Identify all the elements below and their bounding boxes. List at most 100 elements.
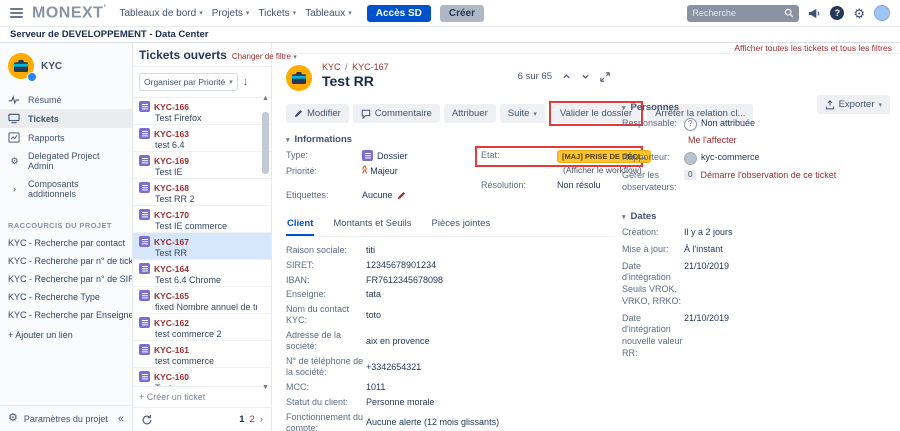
field-row: Nom du contact KYC: toto xyxy=(286,304,614,327)
next-page-icon[interactable]: › xyxy=(260,414,263,425)
modifier-button[interactable]: Modifier xyxy=(286,104,349,123)
sort-by-dropdown[interactable]: Organiser par Priorité ▾ xyxy=(139,73,238,91)
create-ticket-link[interactable]: + Créer un ticket xyxy=(133,386,271,407)
creer-button[interactable]: Créer xyxy=(440,5,484,22)
ticket-list-item[interactable]: KYC-160 Test xyxy=(133,368,271,386)
tab[interactable]: Montants et Seuils xyxy=(332,215,412,236)
assign-to-me-link[interactable]: Me l'affecter xyxy=(688,135,894,145)
date-value: Il y a 2 jours xyxy=(684,227,733,239)
nav-tableaux[interactable]: Tableaux ▾ xyxy=(305,8,352,19)
start-watching-link[interactable]: Démarre l'observation de ce ticket xyxy=(700,170,836,182)
commentaire-button[interactable]: Commentaire xyxy=(353,104,440,123)
search-input[interactable] xyxy=(692,8,780,18)
show-all-tickets-link[interactable]: Afficher toutes les tickets et tous les … xyxy=(734,43,892,53)
page-2[interactable]: 2 xyxy=(250,414,255,425)
ticket-list-item[interactable]: KYC-167 Test RR xyxy=(133,233,271,260)
announcement-icon[interactable] xyxy=(808,7,821,20)
previous-issue-icon[interactable] xyxy=(562,72,571,81)
dates-section-header[interactable]: ▾ Dates xyxy=(622,211,894,222)
type-value: Dossier xyxy=(362,150,408,161)
shortcut-link[interactable]: KYC - Recherche par n° de ticket xyxy=(0,252,132,270)
ticket-list-item[interactable]: KYC-165 fixed Nombre annuel de transa... xyxy=(133,287,271,314)
ticket-summary: Test RR xyxy=(155,248,257,258)
expand-icon[interactable] xyxy=(600,72,610,82)
chevron-down-icon: ▾ xyxy=(348,9,352,17)
shortcut-link[interactable]: KYC - Recherche par contact xyxy=(0,234,132,252)
scrollbar-thumb[interactable] xyxy=(262,112,269,174)
add-link[interactable]: + Ajouter un lien xyxy=(0,324,132,346)
sort-direction-button[interactable]: ↓ xyxy=(243,76,249,88)
sidebar-item-tickets[interactable]: Tickets xyxy=(0,109,132,128)
top-navbar: MONEXT’ Tableaux de bord ▾ Projets ▾ Tic… xyxy=(0,0,900,27)
ticket-summary: Test IE xyxy=(155,167,257,177)
wallet-avatar-icon xyxy=(286,65,312,91)
list-scrollbar[interactable]: ▲ ▼ xyxy=(261,95,270,379)
acces-sd-button[interactable]: Accès SD xyxy=(367,5,431,22)
change-filter-link[interactable]: Changer de filtre ▾ xyxy=(232,52,297,61)
field-label: Nom du contact KYC: xyxy=(286,304,366,327)
refresh-icon[interactable] xyxy=(141,414,153,426)
field-label: MCC: xyxy=(286,382,366,393)
ticket-list-item[interactable]: KYC-166 Test Firefox xyxy=(133,98,271,125)
project-shortcuts: RACCOURCIS DU PROJET KYC - Recherche par… xyxy=(0,217,132,346)
field-row: Raison sociale: titi xyxy=(286,245,614,256)
field-row: Enseigne: tata xyxy=(286,289,614,300)
page-1[interactable]: 1 xyxy=(239,414,244,425)
ticket-list-item[interactable]: KYC-170 Test IE commerce xyxy=(133,206,271,233)
settings-gear-icon[interactable]: ⚙ xyxy=(853,7,865,20)
issue-detail-panel: Afficher toutes les tickets et tous les … xyxy=(272,43,900,431)
suite-button[interactable]: Suite ▾ xyxy=(500,104,545,123)
shortcut-link[interactable]: KYC - Recherche par Enseigne xyxy=(0,306,132,324)
labels-label: Etiquettes: xyxy=(286,190,362,200)
ticket-list-panel: Tickets ouverts Changer de filtre ▾ Orga… xyxy=(133,43,272,431)
collapse-sidebar-icon[interactable]: « xyxy=(118,413,124,425)
dossier-type-icon xyxy=(139,263,150,274)
project-settings-label[interactable]: Paramètres du projet xyxy=(24,414,108,424)
sidebar-item-composants-additionnels[interactable]: › Composants additionnels xyxy=(0,175,132,203)
ticket-list-item[interactable]: KYC-163 test 6.4 xyxy=(133,125,271,152)
ticket-key: KYC-160 xyxy=(154,372,189,382)
shortcut-link[interactable]: KYC - Recherche par n° de SIRET xyxy=(0,270,132,288)
project-settings-gear-icon[interactable]: ⚙ xyxy=(8,413,18,424)
shortcut-link[interactable]: KYC - Recherche Type xyxy=(0,288,132,306)
sidebar-item-rapports[interactable]: Rapports xyxy=(0,128,132,147)
ticket-list-item[interactable]: KYC-162 test commerce 2 xyxy=(133,314,271,341)
breadcrumb-project-link[interactable]: KYC xyxy=(322,62,341,72)
user-avatar[interactable] xyxy=(874,5,890,21)
field-row: IBAN: FR7612345678098 xyxy=(286,275,614,286)
ticket-key: KYC-169 xyxy=(154,156,189,166)
next-issue-icon[interactable] xyxy=(581,72,590,81)
project-header[interactable]: KYC xyxy=(0,43,132,91)
tab[interactable]: Client xyxy=(286,215,314,236)
ticket-list-item[interactable]: KYC-161 test commerce xyxy=(133,341,271,368)
scroll-down-icon[interactable]: ▼ xyxy=(261,384,270,391)
ticket-list-item[interactable]: KYC-169 Test IE xyxy=(133,152,271,179)
breadcrumb-issue-link[interactable]: KYC-167 xyxy=(352,62,389,72)
nav-tickets[interactable]: Tickets ▾ xyxy=(258,8,296,19)
chevron-down-icon: ▾ xyxy=(622,213,626,221)
ticket-list-item[interactable]: KYC-164 Test 6.4 Chrome xyxy=(133,260,271,287)
issue-title: Test RR xyxy=(322,73,389,89)
priority-value: ^^ Majeur xyxy=(362,166,398,176)
sidebar-item-resume[interactable]: Résumé xyxy=(0,91,132,109)
attribuer-button[interactable]: Attribuer xyxy=(444,104,496,123)
nav-projets[interactable]: Projets ▾ xyxy=(212,8,250,19)
exporter-button[interactable]: Exporter ▾ xyxy=(817,95,890,114)
ticket-summary: Test 6.4 Chrome xyxy=(155,275,257,285)
hamburger-menu-icon[interactable] xyxy=(10,8,23,18)
dossier-type-icon xyxy=(139,236,150,247)
nav-tableaux-de-bord[interactable]: Tableaux de bord ▾ xyxy=(119,8,202,19)
date-label: Date d'intégration nouvelle valeur RR: xyxy=(622,313,684,360)
edit-labels-pencil-icon[interactable] xyxy=(397,191,406,200)
tab[interactable]: Pièces jointes xyxy=(431,215,492,236)
ticket-list-title: Tickets ouverts xyxy=(139,48,227,62)
sidebar-item-delegated-project-admin[interactable]: ⚙ Delegated Project Admin xyxy=(0,147,132,175)
ticket-list-item[interactable]: KYC-168 Test RR 2 xyxy=(133,179,271,206)
informations-section-header[interactable]: ▾ Informations xyxy=(286,134,614,145)
search-box[interactable] xyxy=(687,5,799,22)
tickets-icon xyxy=(8,113,21,124)
priority-label: Priorité: xyxy=(286,166,362,176)
help-icon[interactable]: ? xyxy=(830,6,844,20)
project-name: KYC xyxy=(41,61,62,72)
scroll-up-icon[interactable]: ▲ xyxy=(261,95,270,102)
